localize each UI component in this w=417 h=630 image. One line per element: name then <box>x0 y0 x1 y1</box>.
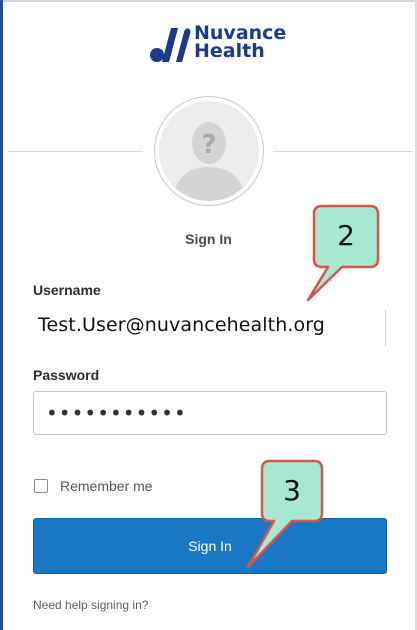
remember-me-label: Remember me <box>60 478 153 494</box>
remember-me-row[interactable]: Remember me <box>34 478 153 494</box>
nuvance-logo-icon <box>150 28 191 62</box>
avatar-silhouette: ? <box>173 122 245 201</box>
header-divider-right <box>273 151 413 152</box>
help-link[interactable]: Need help signing in? <box>33 598 148 612</box>
username-field-edge <box>385 310 386 346</box>
brand-name-line2: Health <box>194 40 265 62</box>
header-divider-left <box>8 151 143 152</box>
username-label: Username <box>33 282 101 298</box>
checkbox-icon[interactable] <box>34 479 48 493</box>
avatar-placeholder-icon: ? <box>159 101 259 201</box>
brand-logo: Nuvance Health <box>148 22 308 68</box>
window-left-border <box>0 0 3 630</box>
svg-text:?: ? <box>201 130 216 160</box>
window-top-edge <box>0 0 417 2</box>
sign-in-button[interactable]: Sign In <box>33 518 387 574</box>
avatar: ? <box>154 96 264 206</box>
password-label: Password <box>33 367 100 383</box>
callout-2-number: 2 <box>337 219 355 252</box>
callout-3-number: 3 <box>283 474 301 507</box>
username-field[interactable]: Test.User@nuvancehealth.org <box>38 314 325 336</box>
password-field[interactable] <box>33 391 387 435</box>
brand-name: Nuvance Health <box>194 24 286 62</box>
